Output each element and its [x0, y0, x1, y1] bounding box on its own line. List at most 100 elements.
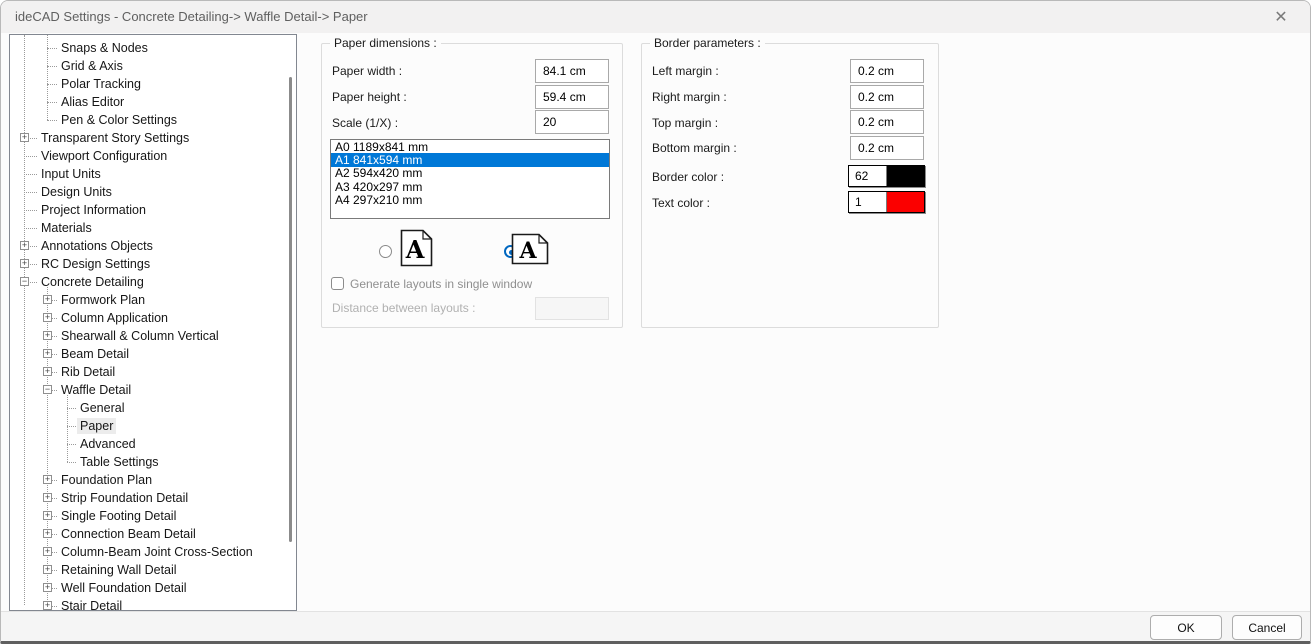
expand-icon[interactable]: +: [43, 547, 52, 556]
expand-icon[interactable]: +: [43, 331, 52, 340]
close-icon[interactable]: ✕: [1264, 5, 1298, 29]
tree-item[interactable]: + Shearwall & Column Vertical: [10, 327, 296, 345]
tree-item[interactable]: Project Information: [10, 201, 296, 219]
tree-item-label: Column-Beam Joint Cross-Section: [61, 545, 253, 559]
distance-between-layouts-label: Distance between layouts :: [332, 301, 476, 315]
tree-item[interactable]: + Rib Detail: [10, 363, 296, 381]
tree-item[interactable]: + Transparent Story Settings: [10, 129, 296, 147]
paper-dimensions-legend: Paper dimensions :: [330, 36, 441, 50]
expand-icon[interactable]: +: [43, 493, 52, 502]
tree-item[interactable]: + Formwork Plan: [10, 291, 296, 309]
window-title: ideCAD Settings - Concrete Detailing-> W…: [15, 9, 368, 24]
expand-icon[interactable]: +: [43, 295, 52, 304]
tree-item[interactable]: + RC Design Settings: [10, 255, 296, 273]
tree-item[interactable]: + Single Footing Detail: [10, 507, 296, 525]
tree-item[interactable]: + Strip Foundation Detail: [10, 489, 296, 507]
expand-icon[interactable]: −: [20, 277, 29, 286]
text-color-label: Text color :: [652, 196, 711, 210]
border-color-picker[interactable]: 62: [848, 165, 925, 187]
tree-item[interactable]: Snaps & Nodes: [10, 39, 296, 57]
portrait-radio[interactable]: [379, 245, 392, 258]
text-color-picker[interactable]: 1: [848, 191, 925, 213]
dialog-footer: OK Cancel: [1, 611, 1310, 641]
tree-item[interactable]: − Waffle Detail: [10, 381, 296, 399]
right-margin-input[interactable]: [850, 85, 924, 109]
expand-icon[interactable]: +: [43, 511, 52, 520]
expand-icon[interactable]: −: [43, 385, 52, 394]
tree-item[interactable]: + Foundation Plan: [10, 471, 296, 489]
top-margin-input[interactable]: [850, 110, 924, 134]
tree-item-label: Project Information: [41, 203, 146, 217]
paper-size-option[interactable]: A4 297x210 mm: [331, 193, 609, 207]
tree-item[interactable]: Input Units: [10, 165, 296, 183]
tree-item[interactable]: Design Units: [10, 183, 296, 201]
expand-icon[interactable]: +: [43, 367, 52, 376]
border-parameters-group: Border parameters : Left margin : Right …: [641, 36, 939, 328]
tree-item[interactable]: − Concrete Detailing: [10, 273, 296, 291]
expand-icon[interactable]: +: [43, 349, 52, 358]
paper-size-option[interactable]: A0 1189x841 mm: [331, 140, 609, 154]
text-color-swatch: [887, 192, 924, 212]
expand-icon[interactable]: +: [20, 133, 29, 142]
border-color-label: Border color :: [652, 170, 725, 184]
tree-item[interactable]: Paper: [10, 417, 296, 435]
tree-item[interactable]: + Stair Detail: [10, 597, 296, 611]
border-parameters-legend: Border parameters :: [650, 36, 765, 50]
tree-item-label: Grid & Axis: [61, 59, 123, 73]
left-margin-input[interactable]: [850, 59, 924, 83]
paper-size-option[interactable]: A1 841x594 mm: [331, 153, 609, 167]
tree-item[interactable]: + Column-Beam Joint Cross-Section: [10, 543, 296, 561]
tree-item-label: General: [80, 401, 125, 415]
cancel-button[interactable]: Cancel: [1232, 615, 1302, 640]
expand-icon[interactable]: +: [43, 475, 52, 484]
expand-icon[interactable]: +: [43, 313, 52, 322]
tree-item[interactable]: + Column Application: [10, 309, 296, 327]
tree-item[interactable]: + Annotations Objects: [10, 237, 296, 255]
tree-item[interactable]: Viewport Configuration: [10, 147, 296, 165]
expand-icon[interactable]: +: [43, 529, 52, 538]
tree-item[interactable]: General: [10, 399, 296, 417]
tree-item-label: Stair Detail: [61, 599, 123, 611]
expand-icon[interactable]: +: [20, 259, 29, 268]
tree-item-label: Polar Tracking: [61, 77, 141, 91]
tree-item-label: Transparent Story Settings: [41, 131, 190, 145]
tree-item-label: Table Settings: [80, 455, 159, 469]
tree-item-label: Concrete Detailing: [41, 275, 144, 289]
settings-tree-panel: Snaps & Nodes Grid & Axis Polar Tracking…: [9, 34, 297, 611]
tree-item[interactable]: + Well Foundation Detail: [10, 579, 296, 597]
tree-item[interactable]: Alias Editor: [10, 93, 296, 111]
expand-icon[interactable]: +: [20, 241, 29, 250]
tree-item[interactable]: + Beam Detail: [10, 345, 296, 363]
paper-height-label: Paper height :: [332, 90, 407, 104]
scale-input[interactable]: [535, 110, 609, 134]
expand-icon[interactable]: +: [43, 565, 52, 574]
tree-scrollbar-thumb[interactable]: [289, 77, 292, 542]
expand-icon[interactable]: +: [43, 601, 52, 610]
text-color-index: 1: [849, 192, 887, 212]
tree-item[interactable]: Polar Tracking: [10, 75, 296, 93]
distance-between-layouts-input: [535, 297, 609, 320]
tree-item-label: Strip Foundation Detail: [61, 491, 189, 505]
expand-icon[interactable]: +: [43, 583, 52, 592]
paper-size-option[interactable]: A2 594x420 mm: [331, 166, 609, 180]
paper-size-listbox[interactable]: A0 1189x841 mm A1 841x594 mm A2 594x420 mm…: [330, 139, 610, 219]
tree-item[interactable]: Table Settings: [10, 453, 296, 471]
settings-tree: Snaps & Nodes Grid & Axis Polar Tracking…: [10, 39, 296, 611]
tree-item[interactable]: Advanced: [10, 435, 296, 453]
ok-button[interactable]: OK: [1150, 615, 1222, 640]
paper-size-option[interactable]: A3 420x297 mm: [331, 180, 609, 194]
paper-dimensions-group: Paper dimensions : Paper width : Paper h…: [321, 36, 623, 328]
paper-width-input[interactable]: [535, 59, 609, 83]
portrait-page-icon[interactable]: A: [400, 229, 433, 267]
tree-item-label: Materials: [41, 221, 92, 235]
tree-item[interactable]: Grid & Axis: [10, 57, 296, 75]
tree-item-label: Advanced: [80, 437, 136, 451]
tree-item[interactable]: Pen & Color Settings: [10, 111, 296, 129]
generate-layouts-checkbox[interactable]: [331, 277, 344, 290]
tree-item[interactable]: + Connection Beam Detail: [10, 525, 296, 543]
tree-item[interactable]: Materials: [10, 219, 296, 237]
bottom-margin-input[interactable]: [850, 136, 924, 160]
landscape-page-icon[interactable]: A: [511, 233, 549, 265]
tree-item[interactable]: + Retaining Wall Detail: [10, 561, 296, 579]
paper-height-input[interactable]: [535, 85, 609, 109]
